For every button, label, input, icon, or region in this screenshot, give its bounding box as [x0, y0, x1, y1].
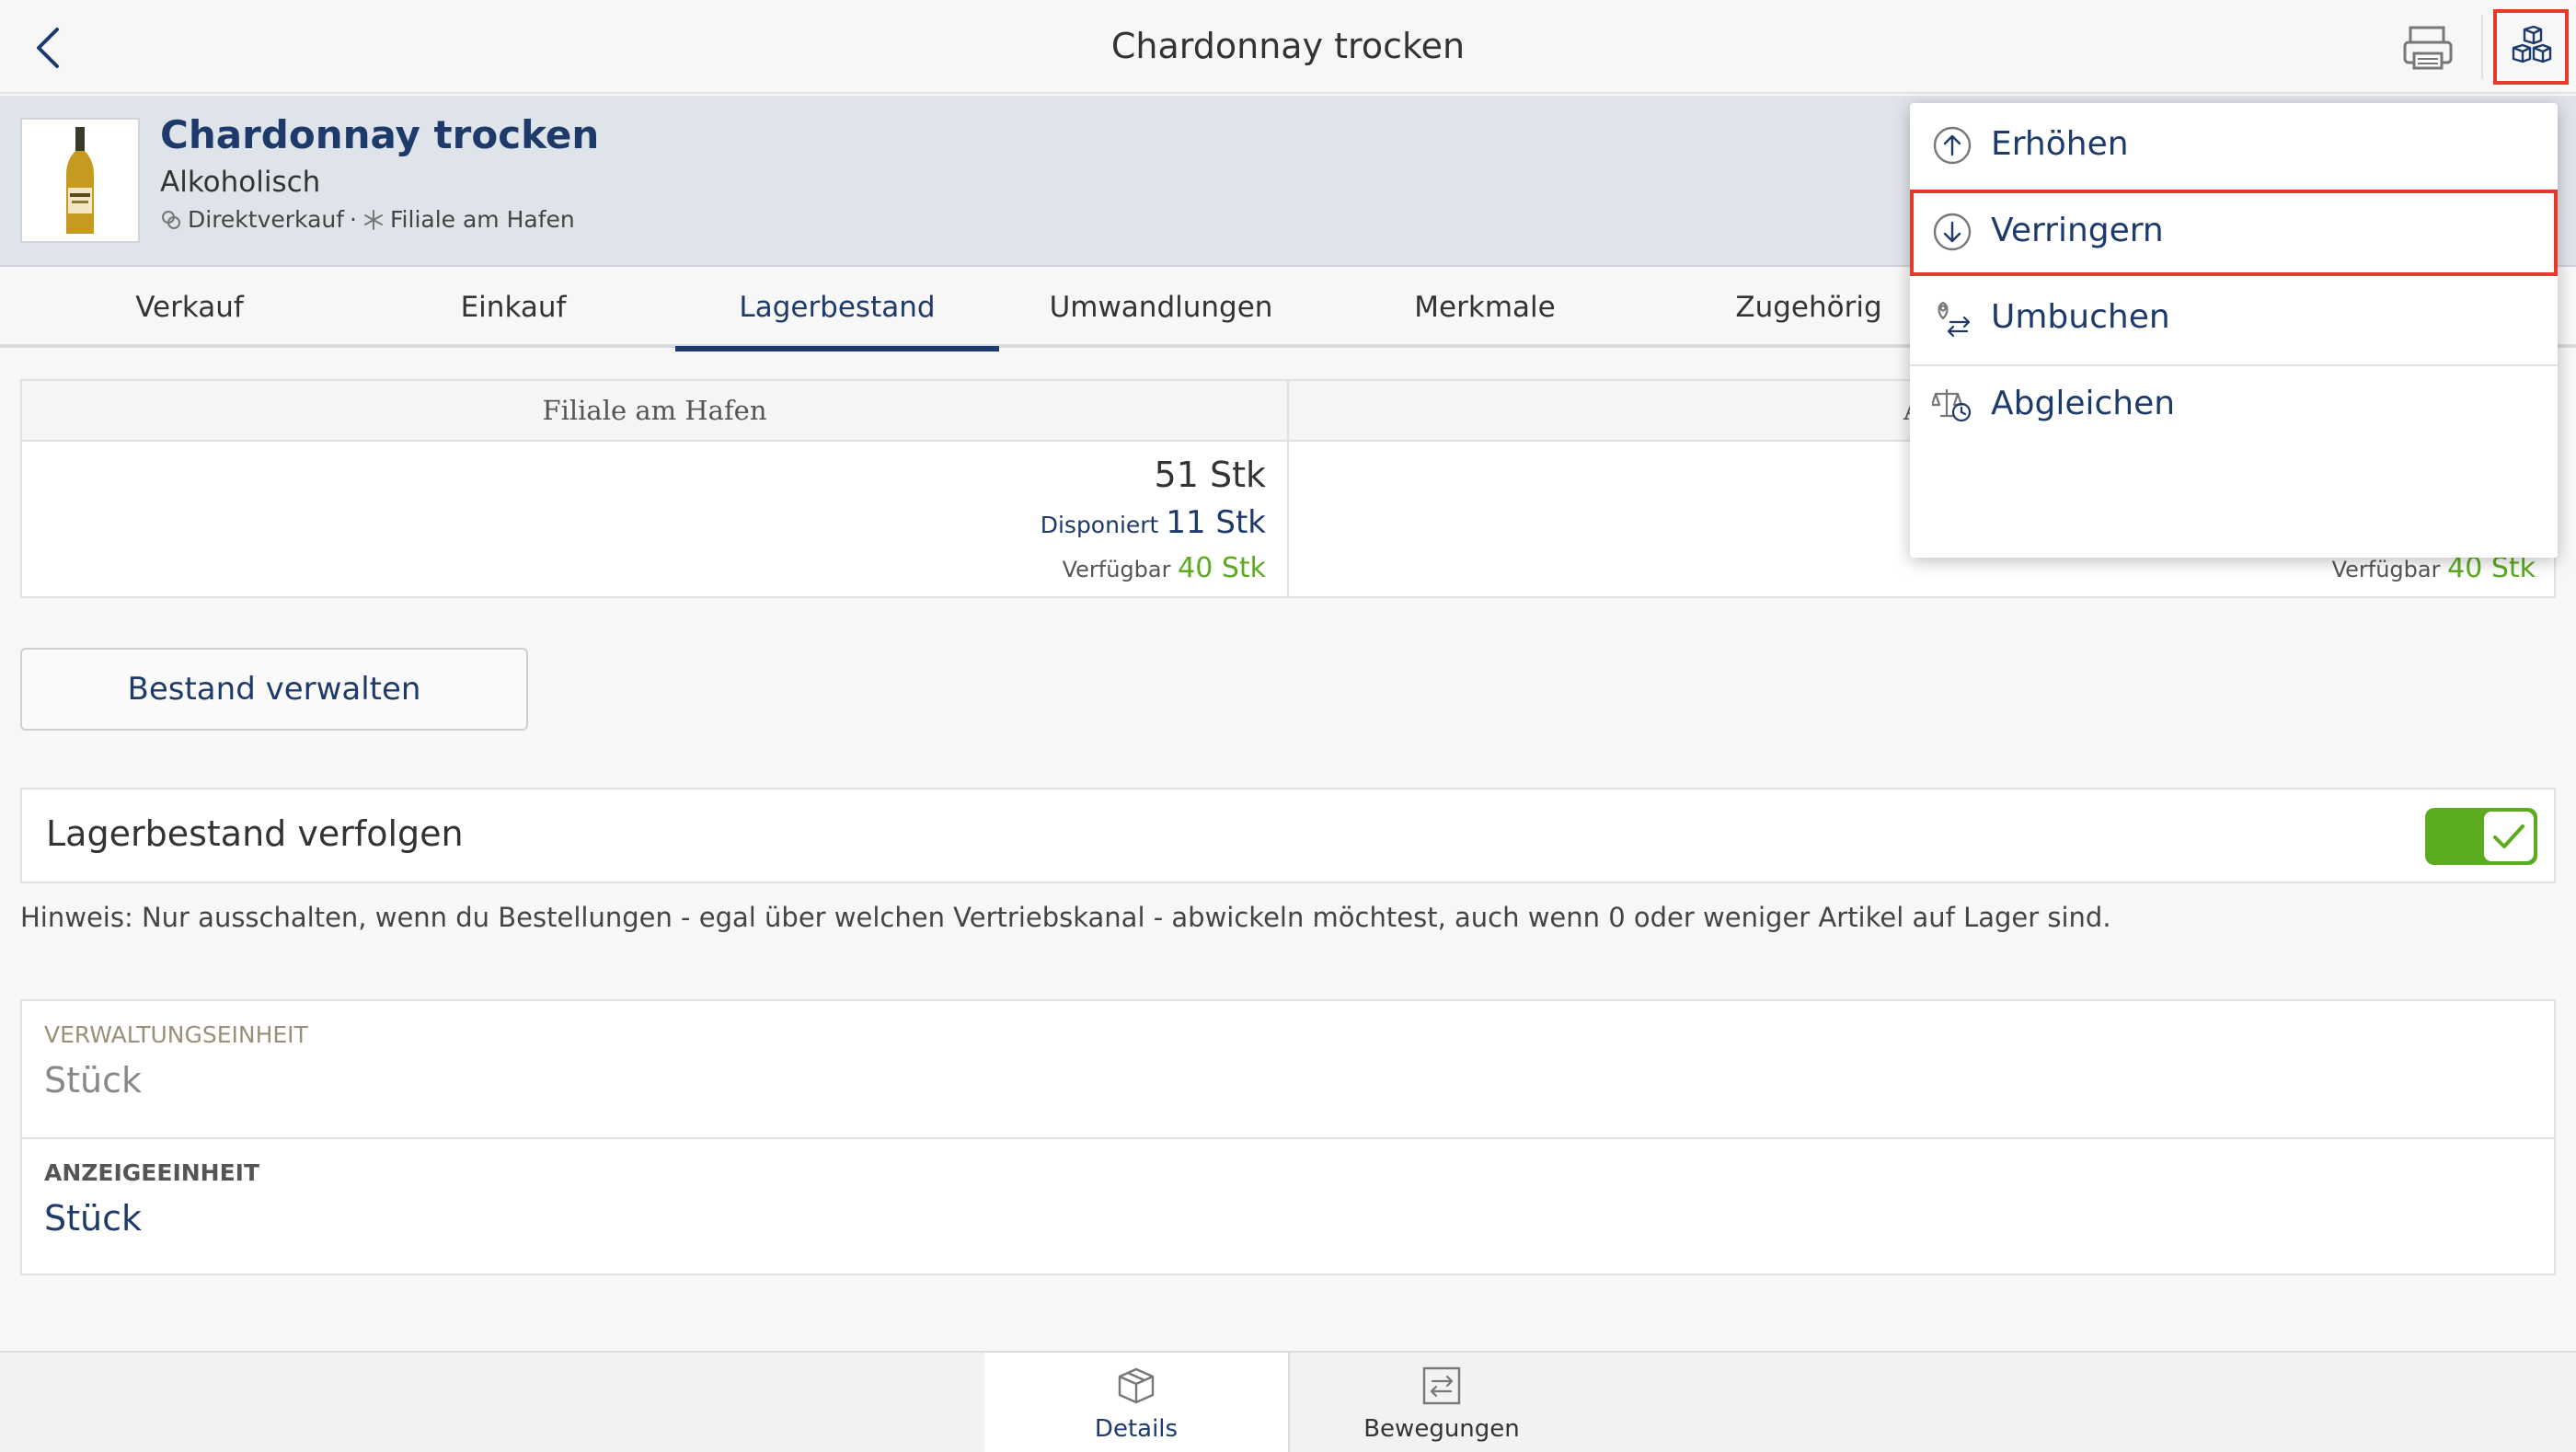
disposed-value: 11 Stk: [1166, 504, 1266, 541]
product-category: Alkoholisch: [160, 166, 321, 199]
bottom-tab-bar: Details Bewegungen: [0, 1351, 2576, 1452]
product-image: [20, 118, 140, 243]
arrow-down-circle-icon: [1933, 213, 1972, 251]
bottom-tab-label: Bewegungen: [1363, 1415, 1520, 1443]
printer-icon: [2403, 26, 2453, 70]
tag-direct-sale: Direktverkauf: [188, 206, 345, 233]
tag-separator: ·: [350, 206, 357, 233]
checkmark-icon: [2493, 824, 2524, 848]
tracking-toggle[interactable]: [2425, 808, 2537, 865]
menu-item-rebook[interactable]: Umbuchen: [1910, 276, 2558, 363]
tracking-hint: Hinweis: Nur ausschalten, wenn du Bestel…: [20, 902, 2111, 933]
top-bar: Chardonnay trocken: [0, 0, 2576, 94]
tracking-row: Lagerbestand verfolgen: [20, 788, 2556, 883]
management-unit-value: Stück: [44, 1060, 143, 1101]
toolbar-divider: [2481, 15, 2483, 79]
rebook-icon: [1938, 301, 1971, 338]
stock-disposed: Disponiert 11 Stk: [1041, 504, 1266, 541]
wine-bottle-icon: [66, 127, 94, 234]
balance-scale-icon: [1932, 388, 1972, 422]
location-header: Filiale am Hafen: [22, 381, 1287, 442]
manage-stock-button[interactable]: Bestand verwalten: [20, 648, 528, 731]
product-name: Chardonnay trocken: [160, 112, 600, 157]
menu-item-label: Umbuchen: [1991, 298, 2170, 336]
transfer-icon: [1422, 1366, 1461, 1405]
product-tags: Direktverkauf · Filiale am Hafen: [160, 206, 575, 233]
print-button[interactable]: [2401, 20, 2456, 75]
menu-item-label: Abgleichen: [1991, 385, 2176, 422]
box-icon: [1118, 1367, 1155, 1404]
tag-location: Filiale am Hafen: [390, 206, 575, 233]
menu-item-reconcile[interactable]: Abgleichen: [1910, 363, 2558, 449]
page-title: Chardonnay trocken: [1110, 26, 1466, 66]
bottom-tab-label: Details: [1094, 1415, 1179, 1443]
disposed-label: Disponiert: [1040, 512, 1159, 538]
menu-item-decrease[interactable]: Verringern: [1910, 190, 2558, 276]
available-value: 40 Stk: [1178, 552, 1266, 584]
column-divider: [1287, 381, 1289, 598]
bottom-tab-details[interactable]: Details: [984, 1353, 1288, 1452]
menu-item-label: Erhöhen: [1991, 125, 2129, 163]
available-label: Verfügbar: [1062, 557, 1171, 582]
display-unit-label: ANZEIGEEINHEIT: [44, 1159, 260, 1186]
arrow-up-circle-icon: [1933, 126, 1972, 165]
stock-available: Verfügbar 40 Stk: [1063, 552, 1266, 584]
tab-verkauf[interactable]: Verkauf: [28, 269, 351, 348]
units-panel: VERWALTUNGSEINHEIT Stück ANZEIGEEINHEIT …: [20, 999, 2556, 1275]
stock-actions-button[interactable]: [2493, 9, 2569, 85]
tab-merkmale[interactable]: Merkmale: [1323, 269, 1647, 348]
snowflake-icon: [364, 209, 383, 230]
boxes-icon: [2512, 26, 2552, 63]
bottom-tab-movements[interactable]: Bewegungen: [1290, 1353, 1593, 1452]
tab-lagerbestand[interactable]: Lagerbestand: [675, 269, 999, 351]
menu-item-label: Verringern: [1991, 212, 2164, 249]
tab-umwandlungen[interactable]: Umwandlungen: [999, 269, 1323, 348]
stock-total: 51 Stk: [1154, 455, 1266, 495]
management-unit-label: VERWALTUNGSEINHEIT: [44, 1021, 308, 1048]
units-divider: [22, 1137, 2554, 1139]
tracking-label: Lagerbestand verfolgen: [46, 813, 464, 854]
stock-actions-menu: Erhöhen Verringern Umbuchen Abgleichen: [1910, 103, 2558, 558]
available-label: Verfügbar: [2331, 557, 2441, 582]
tab-einkauf[interactable]: Einkauf: [351, 269, 675, 348]
direct-sale-icon: [162, 210, 180, 229]
toggle-knob: [2484, 812, 2534, 861]
display-unit-select[interactable]: Stück: [44, 1198, 142, 1239]
menu-item-increase[interactable]: Erhöhen: [1910, 103, 2558, 190]
